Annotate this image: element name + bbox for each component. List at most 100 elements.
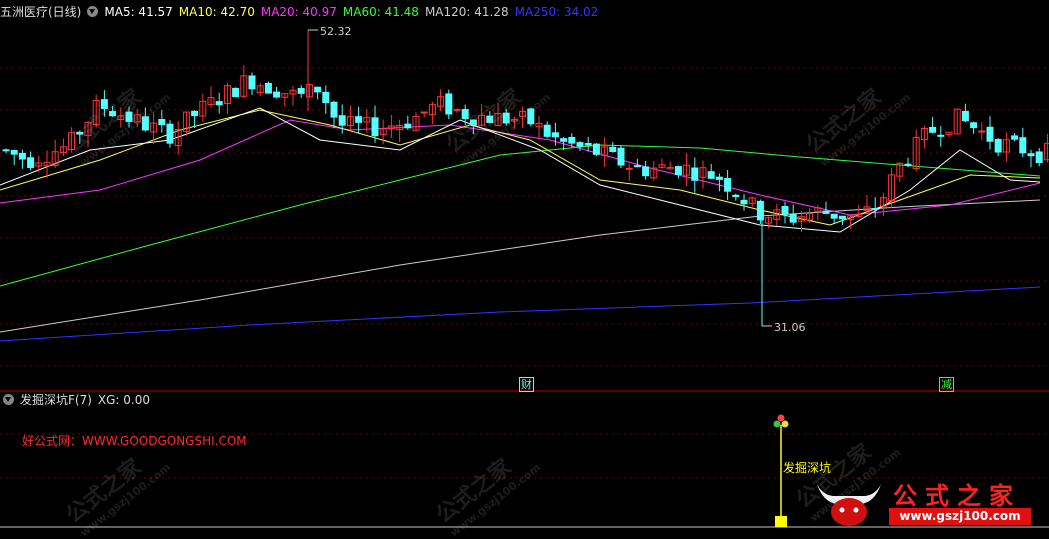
candle [715,173,723,192]
signal-label: 发掘深坑 [783,460,831,475]
candle [699,160,707,189]
candle [256,82,264,97]
candle [445,89,453,120]
ma-legend-item: MA250: 34.02 [514,5,599,19]
candle [2,148,10,154]
candle [510,116,518,129]
ma-line [0,107,1041,233]
candle [404,115,412,130]
candle [322,85,330,114]
signal-dot-red [777,414,785,422]
candle [166,120,174,148]
candle [158,110,166,133]
candle [461,104,469,126]
candle [248,72,256,95]
brand-title: 公式之家 [893,481,1021,510]
ma-line [0,119,1041,216]
candle [642,160,650,180]
ma-legend-item: MA60: 41.48 [342,5,419,19]
candle [1043,133,1049,163]
candle [863,195,871,214]
candle [297,85,305,98]
candle [437,89,445,112]
candle [674,165,682,179]
brand-logo: 公式之家 www.gszj100.com [805,474,1047,528]
low-label: 31.06 [774,321,806,334]
candle [412,112,420,131]
site-link[interactable]: 好公式网：WWW.GOODGONGSHI.COM [22,432,247,449]
candle [232,87,240,98]
candle [314,86,322,100]
ma-legend: MA5: 41.57 MA10: 42.70 MA20: 40.97 MA60: 41… [104,5,604,19]
candle [920,125,928,149]
candle [84,121,92,147]
candle [937,125,945,147]
ma-legend-item: MA10: 42.70 [178,5,255,19]
candle [584,136,592,152]
candle [68,127,76,153]
candle [576,141,584,152]
ma-line [0,286,1041,342]
signal-bar [775,516,787,527]
candle [519,106,527,129]
brand-url[interactable]: www.gszj100.com [889,508,1031,525]
candle [1019,127,1027,158]
candle [970,121,978,134]
ma-line [0,199,1041,333]
candle [51,139,59,168]
bull-logo-icon [817,484,881,526]
candle [683,153,691,187]
indicator-header: 发掘深坑F(7) XG: 0.00 [0,390,156,410]
signal-dot-green [773,420,781,428]
candle [117,107,125,128]
candle [264,81,272,94]
candle [978,122,986,141]
candle [486,111,494,124]
candle [789,204,797,226]
marker-reduce[interactable]: 减 [939,377,954,392]
candle [141,107,149,132]
candle [478,104,486,127]
candle [346,105,354,131]
indicator-title: 发掘深坑F(7) [20,393,92,407]
candle [609,141,617,153]
candle [822,201,830,215]
candle [199,93,207,122]
candle [240,65,248,99]
candle [658,158,666,169]
marker-finance[interactable]: 财 [519,377,534,392]
candle [109,105,117,117]
candle [35,155,43,173]
grid-lines [0,67,1049,479]
candle [223,82,231,114]
candle [527,107,535,127]
candle [740,194,748,211]
candle [691,157,699,193]
candlestick-series [2,30,1049,326]
chevron-down-icon[interactable] [3,394,14,405]
candle [625,163,633,182]
candle [1011,133,1019,142]
candle [1027,149,1035,168]
chevron-down-icon[interactable] [87,6,99,17]
candle [871,197,879,218]
ma-legend-item: MA20: 40.97 [260,5,337,19]
candle [281,93,289,107]
candle [543,121,551,139]
candle [724,170,732,201]
candle [182,111,190,136]
chart-canvas[interactable]: 52.32 31.06 发掘深坑 [0,0,1049,530]
candle [633,158,641,168]
candle [732,193,740,201]
candle [592,143,600,157]
signal-dot-yellow [781,420,789,428]
candle [650,160,658,181]
candle [100,90,108,117]
candle [1035,148,1043,167]
candle [305,83,313,98]
candle [387,114,395,138]
candle [453,108,461,113]
candle [912,129,920,172]
candle [666,161,674,170]
candle [76,130,84,144]
